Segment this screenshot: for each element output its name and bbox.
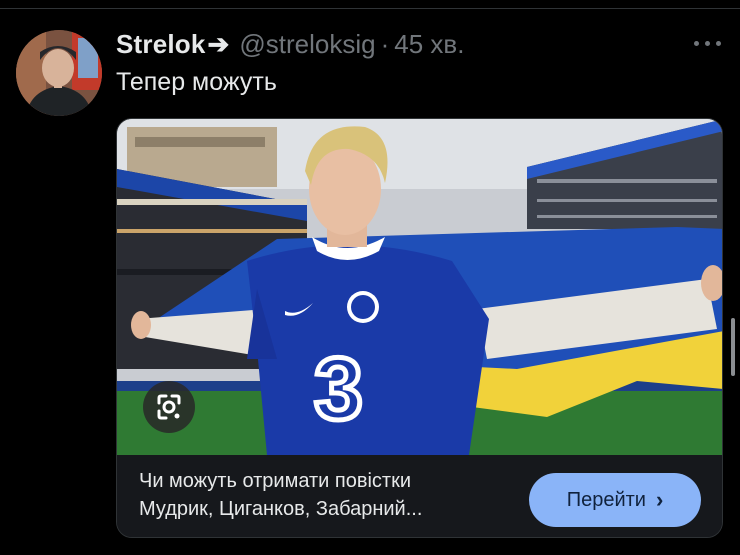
separator-dot: · [380, 28, 390, 59]
author-handle[interactable]: @streloksig [239, 29, 375, 60]
card-title-line-2: Мудрик, Циганков, Забарний... [139, 498, 423, 520]
jersey-number: 3 [314, 339, 363, 438]
card-footer[interactable]: Чи можуть отримати повістки Мудрик, Цига… [117, 455, 722, 537]
go-button-label: Перейти [566, 488, 646, 511]
google-lens-icon[interactable] [143, 381, 195, 433]
top-divider [0, 8, 740, 9]
link-card[interactable]: 3 Чи можуть отримати повістки Мудрик, Ци… [116, 118, 723, 538]
avatar-image [16, 30, 102, 116]
go-button[interactable]: Перейти › [529, 473, 701, 527]
more-horizontal-icon[interactable] [692, 36, 724, 50]
author-arrow: ➔ [207, 28, 230, 59]
timestamp[interactable]: 45 хв. [394, 29, 464, 60]
chevron-right-icon: › [655, 487, 664, 512]
avatar[interactable] [16, 30, 102, 116]
card-title[interactable]: Чи можуть отримати повістки Мудрик, Цига… [139, 467, 519, 523]
scrollbar[interactable] [731, 318, 735, 376]
author-name[interactable]: Strelok [116, 29, 206, 60]
tweet-text: Тепер можуть [116, 68, 277, 96]
card-image[interactable]: 3 [117, 119, 723, 455]
card-title-line-1: Чи можуть отримати повістки [139, 470, 412, 492]
tweet-header: Strelok ➔ @streloksig · 45 хв. [116, 28, 464, 60]
